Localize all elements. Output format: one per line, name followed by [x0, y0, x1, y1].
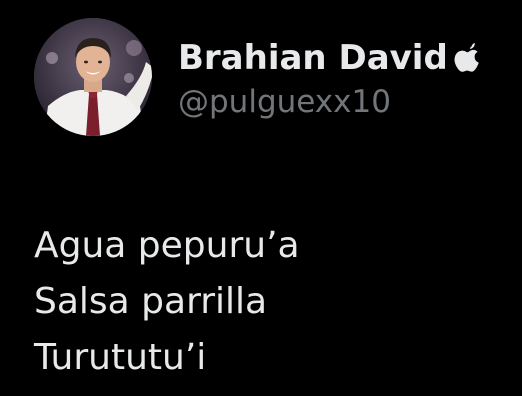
tweet-text-line: Agua pepuru’a	[34, 225, 300, 266]
apple-icon	[454, 43, 480, 73]
display-name[interactable]: Brahian David	[178, 38, 448, 78]
tweet-text: Agua pepuru’a Salsa parrilla Turututu’i	[34, 218, 504, 386]
tweet-text-line: Salsa parrilla	[34, 281, 268, 322]
name-row: Brahian David	[178, 35, 480, 81]
profile-photo-icon	[34, 18, 152, 136]
tweet-text-line: Turututu’i	[34, 337, 207, 378]
avatar[interactable]	[34, 18, 152, 136]
user-handle[interactable]: @pulguexx10	[178, 84, 391, 120]
tweet-card: Brahian David @pulguexx10 Agua pepuru’a …	[0, 0, 522, 396]
tweet-header: Brahian David @pulguexx10	[34, 18, 494, 140]
